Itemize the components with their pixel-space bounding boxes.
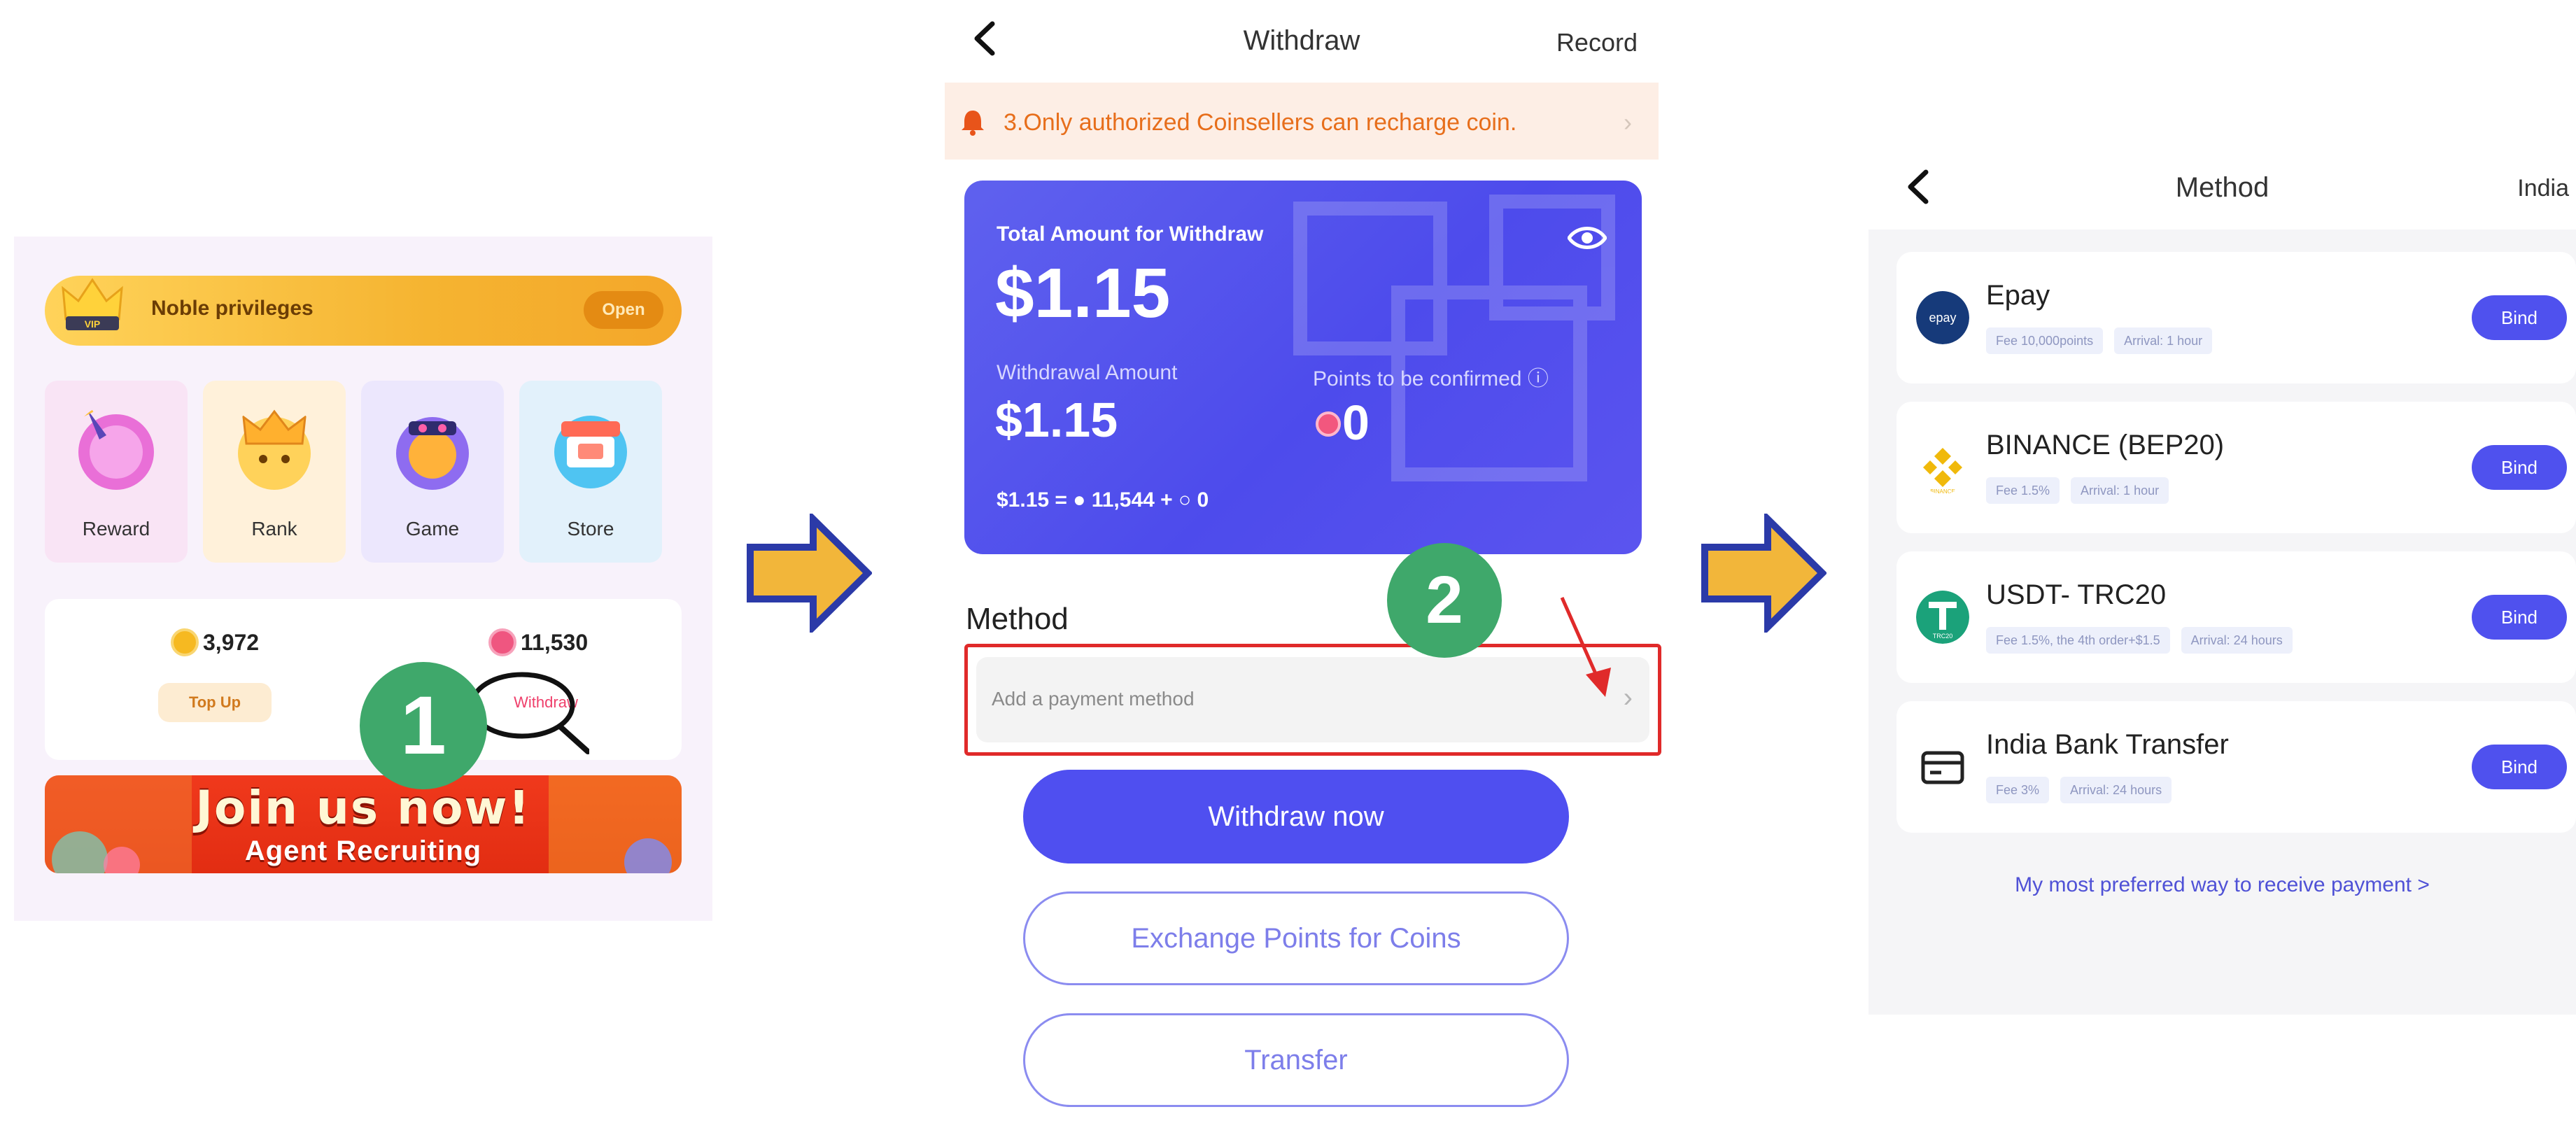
method-header: Method India <box>1868 147 2576 230</box>
withdraw-panel: Withdraw Record 3.Only authorized Coinse… <box>945 0 1661 1121</box>
tile-rank-label: Rank <box>251 518 297 540</box>
epay-logo-icon: epay <box>1916 291 1969 344</box>
fee-tag: Fee 1.5%, the 4th order+$1.5 <box>1986 627 2170 654</box>
vip-crown-icon: VIP <box>62 278 123 330</box>
arrival-tag: Arrival: 1 hour <box>2071 477 2169 504</box>
method-title: Method <box>2175 172 2269 203</box>
method-tags: Fee 3% Arrival: 24 hours <box>1986 777 2183 803</box>
points-balance: 11,530 <box>521 630 589 655</box>
game-icon <box>396 417 469 490</box>
points-confirm-label: Points to be confirmed ⓘ <box>1313 361 1549 392</box>
method-tags: Fee 1.5%, the 4th order+$1.5 Arrival: 24 … <box>1986 627 2304 654</box>
binance-logo-icon: BINANCE <box>1916 441 1969 494</box>
arrival-tag: Arrival: 24 hours <box>2060 777 2172 803</box>
banner-headline: Join us now! <box>195 781 531 835</box>
tile-rank[interactable]: Rank <box>203 381 346 563</box>
method-name: Epay <box>1986 280 2050 311</box>
withdraw-balance-card: Total Amount for Withdraw $1.15 Withdraw… <box>964 181 1642 554</box>
flow-arrow-2-icon <box>1701 514 1827 633</box>
payment-method-placeholder: Add a payment method <box>992 688 1195 710</box>
bind-button[interactable]: Bind <box>2472 445 2567 490</box>
noble-title: Noble privileges <box>151 297 314 320</box>
withdrawal-amount-label: Withdrawal Amount <box>997 361 1178 384</box>
epay-logo-text: epay <box>1929 311 1956 325</box>
tile-game-label: Game <box>405 518 460 540</box>
bind-button[interactable]: Bind <box>2472 745 2567 789</box>
tile-reward[interactable]: Reward <box>45 381 188 563</box>
arrival-tag: Arrival: 24 hours <box>2181 627 2293 654</box>
method-name: India Bank Transfer <box>1986 729 2229 760</box>
info-icon[interactable]: ⓘ <box>1528 367 1549 390</box>
record-link[interactable]: Record <box>1556 28 1638 57</box>
step-2-badge: 2 <box>1387 543 1502 658</box>
banner-subline: Agent Recruiting <box>244 836 482 866</box>
eye-icon[interactable] <box>1568 223 1607 253</box>
exchange-rate-text: $1.15 = ● 11,544 + ○ 0 <box>997 488 1209 512</box>
tile-game[interactable]: Game <box>361 381 504 563</box>
bind-button[interactable]: Bind <box>2472 595 2567 640</box>
red-pointer-arrow-icon <box>1560 596 1611 697</box>
method-tags: Fee 10,000points Arrival: 1 hour <box>1986 327 2223 354</box>
points-confirm-text: Points to be confirmed <box>1313 367 1522 390</box>
withdrawal-amount-value: $1.15 <box>995 393 1118 447</box>
step-1-badge: 1 <box>360 662 487 789</box>
tile-reward-label: Reward <box>82 518 150 540</box>
tether-logo-icon: TRC20 <box>1916 591 1969 644</box>
arrival-tag: Arrival: 1 hour <box>2114 327 2213 354</box>
notice-text: 3.Only authorized Coinsellers can rechar… <box>1004 109 1517 136</box>
rank-crown-icon <box>238 409 311 490</box>
coin-balance: 3,972 <box>203 630 260 655</box>
method-label: Method <box>966 602 1069 636</box>
store-icon <box>554 416 627 488</box>
notice-bar[interactable]: 3.Only authorized Coinsellers can rechar… <box>945 83 1659 160</box>
transfer-button[interactable]: Transfer <box>1023 1013 1569 1107</box>
tether-logo-text: TRC20 <box>1933 633 1953 640</box>
page-title: Withdraw <box>1243 25 1360 56</box>
top-up-button[interactable]: Top Up <box>158 683 272 722</box>
withdraw-now-button[interactable]: Withdraw now <box>1023 770 1569 863</box>
method-row-usdt-trc20[interactable]: TRC20 USDT- TRC20 Fee 1.5%, the 4th orde… <box>1896 551 2576 683</box>
vip-label: VIP <box>85 318 101 330</box>
method-row-epay[interactable]: epay Epay Fee 10,000points Arrival: 1 hou… <box>1896 252 2576 383</box>
fee-tag: Fee 1.5% <box>1986 477 2060 504</box>
tile-store[interactable]: Store <box>519 381 662 563</box>
coin-icon <box>171 628 199 656</box>
home-panel: VIP Noble privileges Open Reward Rank Ga… <box>14 237 712 921</box>
agent-recruiting-banner[interactable]: Join us now! Agent Recruiting <box>45 775 682 873</box>
method-row-india-bank[interactable]: India Bank Transfer Fee 3% Arrival: 24 ho… <box>1896 701 2576 833</box>
method-tags: Fee 1.5% Arrival: 1 hour <box>1986 477 2180 504</box>
chevron-right-icon: › <box>1623 682 1633 713</box>
method-name: USDT- TRC20 <box>1986 579 2167 610</box>
bell-icon <box>962 111 984 136</box>
bank-card-icon <box>1921 751 1964 784</box>
points-confirm-value: 0 <box>1342 395 1370 450</box>
flow-arrow-1-icon <box>747 514 872 633</box>
points-icon <box>488 628 516 656</box>
total-amount-value: $1.15 <box>995 254 1171 332</box>
fee-tag: Fee 3% <box>1986 777 2050 803</box>
preferred-payment-link[interactable]: My most preferred way to receive payment… <box>1868 873 2576 897</box>
points-dot-icon <box>1316 411 1341 437</box>
notice-chevron-icon: › <box>1624 108 1632 136</box>
method-panel: Method India epay Epay Fee 10,000points A… <box>1868 147 2576 1015</box>
magnifier-icon <box>470 672 589 754</box>
reward-icon <box>78 408 154 490</box>
exchange-points-button[interactable]: Exchange Points for Coins <box>1023 891 1569 985</box>
method-row-binance[interactable]: BINANCE BINANCE (BEP20) Fee 1.5% Arrival:… <box>1896 402 2576 533</box>
method-name: BINANCE (BEP20) <box>1986 430 2225 460</box>
total-amount-label: Total Amount for Withdraw <box>997 223 1264 246</box>
binance-logo-text: BINANCE <box>1930 488 1955 494</box>
noble-open-button[interactable]: Open <box>584 291 663 329</box>
fee-tag: Fee 10,000points <box>1986 327 2104 354</box>
region-selector[interactable]: India <box>2517 175 2569 202</box>
bind-button[interactable]: Bind <box>2472 295 2567 340</box>
noble-privileges-bar[interactable]: VIP Noble privileges Open <box>45 276 682 346</box>
tile-store-label: Store <box>567 518 614 540</box>
